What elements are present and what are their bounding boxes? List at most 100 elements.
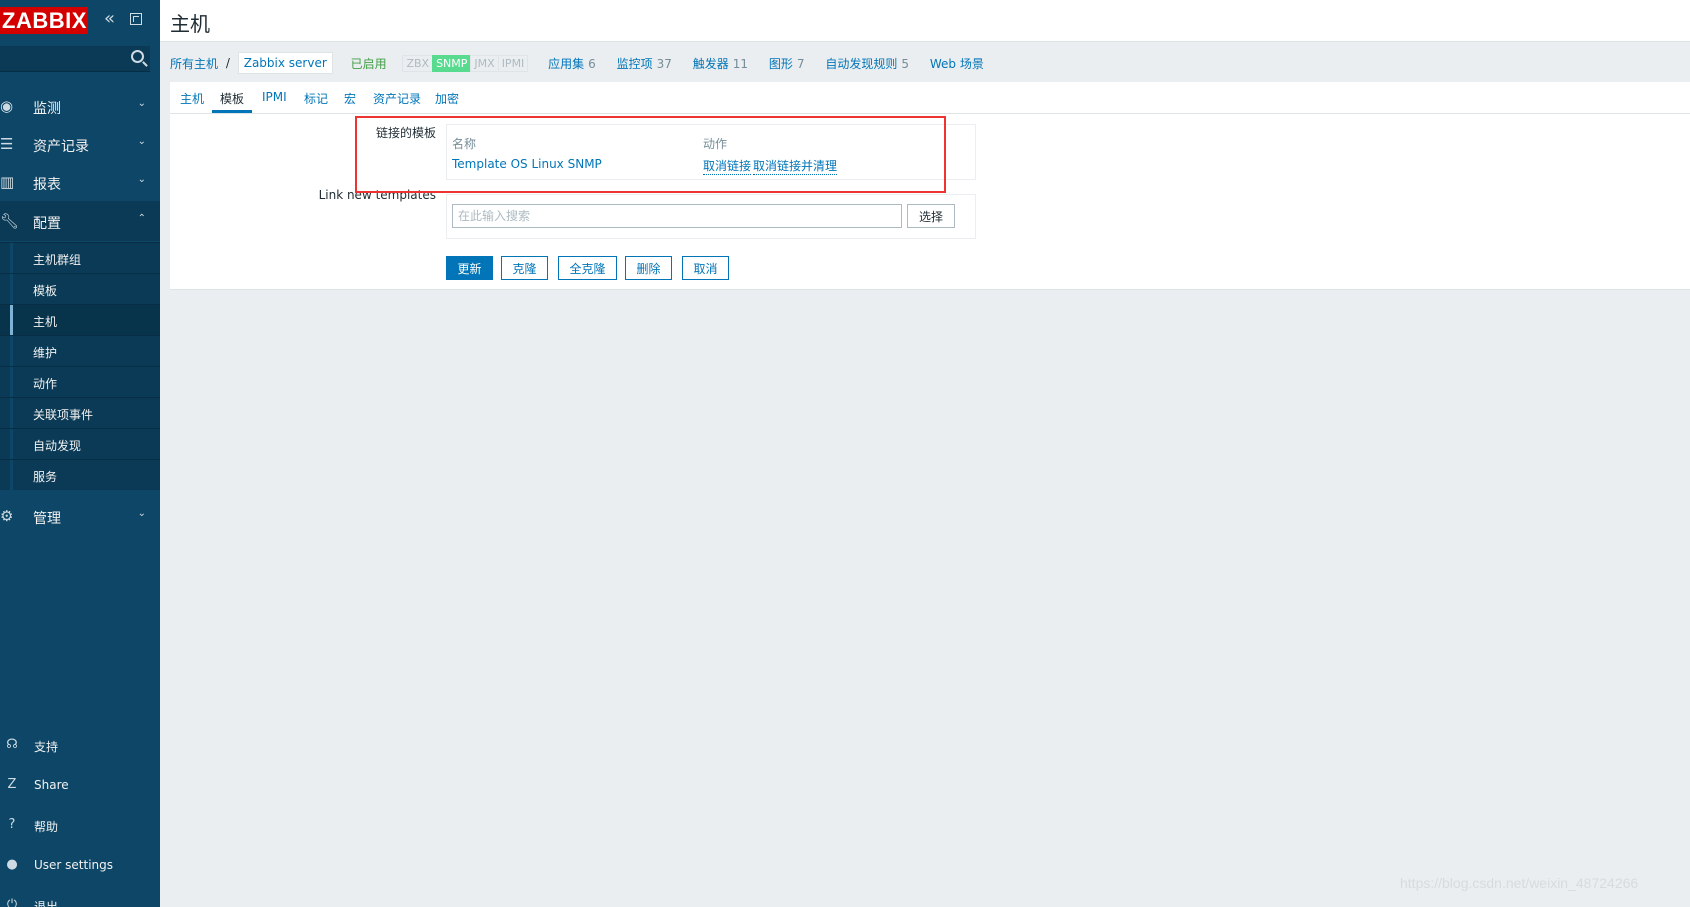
main-content: 主机 所有主机 / Zabbix server 已启用 ZBX SNMP JMX IP… — [160, 0, 1690, 907]
share-label: Share — [34, 778, 69, 792]
help-link[interactable]: ? 帮助 — [0, 811, 160, 841]
applications-link[interactable]: 应用集 6 — [548, 55, 596, 72]
submenu-label: 关联项事件 — [33, 408, 94, 422]
link-new-templates-label: Link new templates — [318, 188, 436, 202]
sidebar-search — [0, 46, 150, 72]
submenu-label: 自动发现 — [33, 439, 82, 453]
sidebar: ZABBIX « ◉ 监测 ⌄ ☰ 资产记录 ⌄ ▥ 报表 ⌄ 🔧︎ 配置 ⌃ … — [0, 0, 160, 907]
column-name-header: 名称 — [452, 137, 477, 151]
zbx-availability-badge: ZBX — [402, 54, 434, 72]
menu-administration[interactable]: ⚙ 管理 ⌄ — [0, 496, 160, 536]
graphs-label: 图形 — [768, 56, 793, 71]
chevron-down-icon: ⌄ — [137, 98, 146, 109]
update-button[interactable]: 更新 — [446, 256, 493, 280]
menu-label: 配置 — [33, 216, 61, 232]
logout-icon: ⏻ — [6, 897, 18, 907]
list-icon: ☰ — [0, 135, 14, 153]
linked-templates-label: 链接的模板 — [375, 126, 436, 140]
submenu-label: 服务 — [33, 470, 58, 484]
menu-label: 监测 — [33, 101, 61, 117]
delete-button[interactable]: 删除 — [625, 256, 672, 280]
discovery-rules-label: 自动发现规则 — [825, 56, 898, 71]
page-header: 主机 — [160, 0, 1690, 42]
chevron-down-icon: ⌄ — [137, 136, 146, 147]
collapse-sidebar-icon[interactable]: « — [104, 10, 120, 28]
submenu-hosts[interactable]: 主机 — [0, 304, 160, 336]
unlink-button[interactable]: 取消链接 — [703, 157, 752, 175]
kiosk-mode-icon[interactable] — [130, 13, 142, 25]
submenu-host-groups[interactable]: 主机群组 — [0, 242, 160, 274]
clone-button[interactable]: 克隆 — [501, 256, 548, 280]
triggers-link[interactable]: 触发器 11 — [693, 55, 748, 72]
submenu-discovery[interactable]: 自动发现 — [0, 428, 160, 460]
submenu-templates[interactable]: 模板 — [0, 273, 160, 305]
tab-ipmi[interactable]: IPMI — [262, 90, 287, 104]
page-title: 主机 — [170, 12, 210, 36]
linked-templates-table: 名称 动作 Template OS Linux SNMP 取消链接 取消链接并清… — [446, 124, 976, 180]
host-status-enabled[interactable]: 已启用 — [351, 55, 387, 72]
user-settings-link[interactable]: ● User settings — [0, 851, 160, 881]
chevron-down-icon: ⌄ — [137, 508, 146, 519]
current-host-breadcrumb[interactable]: Zabbix server — [237, 52, 333, 74]
linked-template-link[interactable]: Template OS Linux SNMP — [452, 157, 602, 171]
menu-monitoring[interactable]: ◉ 监测 ⌄ — [0, 86, 160, 126]
logo-row: ZABBIX « — [0, 0, 160, 40]
tab-host[interactable]: 主机 — [180, 90, 204, 107]
submenu-maintenance[interactable]: 维护 — [0, 335, 160, 367]
snmp-availability-badge: SNMP — [432, 54, 472, 72]
tab-inventory[interactable]: 资产记录 — [373, 90, 421, 107]
submenu-event-correlation[interactable]: 关联项事件 — [0, 397, 160, 429]
zabbix-logo[interactable]: ZABBIX — [0, 7, 88, 34]
tab-tags[interactable]: 标记 — [304, 90, 328, 107]
graphs-link[interactable]: 图形 7 — [769, 55, 805, 72]
tab-encryption[interactable]: 加密 — [435, 90, 459, 107]
submenu-label: 主机群组 — [33, 253, 82, 267]
tab-macros[interactable]: 宏 — [344, 90, 356, 107]
template-search-input[interactable] — [452, 204, 902, 228]
web-scenarios-link[interactable]: Web 场景 — [930, 55, 984, 72]
items-count: 37 — [656, 56, 672, 71]
full-clone-button[interactable]: 全克隆 — [558, 256, 617, 280]
submenu-services[interactable]: 服务 — [0, 459, 160, 491]
wrench-icon: 🔧︎ — [0, 212, 20, 230]
menu-configuration[interactable]: 🔧︎ 配置 ⌃ — [0, 201, 160, 241]
submenu-label: 动作 — [33, 377, 58, 391]
graphs-count: 7 — [796, 56, 805, 71]
bar-chart-icon: ▥ — [0, 173, 15, 191]
menu-inventory[interactable]: ☰ 资产记录 ⌄ — [0, 124, 160, 164]
logout-label: 退出 — [34, 900, 59, 907]
breadcrumb-separator: / — [225, 56, 230, 70]
items-label: 监控项 — [616, 56, 653, 71]
tab-templates[interactable]: 模板 — [220, 90, 244, 107]
link-new-templates-box: 选择 — [446, 194, 976, 239]
jmx-availability-badge: JMX — [470, 54, 499, 72]
discovery-rules-link[interactable]: 自动发现规则 5 — [825, 55, 909, 72]
select-template-button[interactable]: 选择 — [907, 204, 955, 228]
discovery-rules-count: 5 — [901, 56, 910, 71]
unlink-and-clear-button[interactable]: 取消链接并清理 — [753, 157, 838, 175]
logout-link[interactable]: ⏻ 退出 — [0, 891, 160, 907]
menu-label: 管理 — [33, 511, 61, 527]
availability-indicators: ZBX SNMP JMX IPMI — [402, 54, 529, 72]
sidebar-search-input[interactable] — [0, 46, 120, 70]
eye-icon: ◉ — [0, 97, 14, 115]
watermark: https://blog.csdn.net/weixin_48724266 — [1400, 875, 1639, 891]
gear-icon: ⚙ — [0, 507, 14, 525]
user-settings-label: User settings — [34, 858, 114, 872]
share-link[interactable]: Z Share — [0, 771, 160, 801]
all-hosts-link[interactable]: 所有主机 — [170, 55, 218, 72]
menu-label: 资产记录 — [33, 139, 89, 155]
support-link[interactable]: ☊ 支持 — [0, 731, 160, 761]
search-icon[interactable] — [131, 50, 144, 63]
cancel-button[interactable]: 取消 — [682, 256, 729, 280]
submenu-label: 维护 — [33, 346, 58, 360]
host-navigation: 所有主机 / Zabbix server 已启用 ZBX SNMP JMX IPMI … — [170, 52, 1001, 76]
ipmi-availability-badge: IPMI — [497, 54, 529, 72]
menu-reports[interactable]: ▥ 报表 ⌄ — [0, 162, 160, 202]
items-link[interactable]: 监控项 37 — [617, 55, 672, 72]
help-label: 帮助 — [34, 820, 59, 834]
help-icon: ? — [8, 817, 16, 832]
submenu-actions[interactable]: 动作 — [0, 366, 160, 398]
web-scenarios-label: Web 场景 — [929, 56, 984, 71]
chevron-up-icon: ⌃ — [137, 213, 146, 224]
